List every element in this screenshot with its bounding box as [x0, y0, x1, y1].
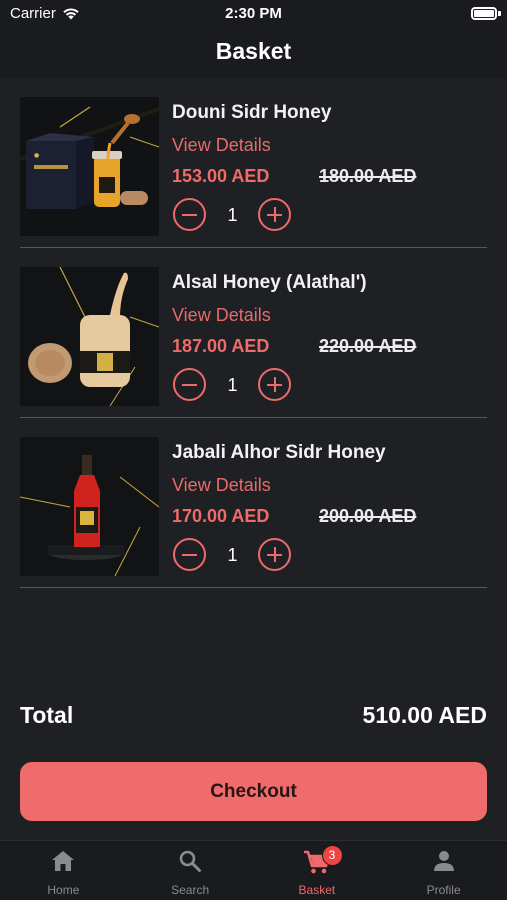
svg-text:●: ● [34, 152, 39, 159]
basket-item: Jabali Alhor Sidr Honey View Details 170… [20, 418, 487, 588]
tab-basket[interactable]: 3 Basket [254, 841, 381, 900]
product-price: 153.00 AED [172, 166, 270, 186]
minus-icon [182, 383, 197, 386]
status-bar: Carrier 2:30 PM [0, 0, 507, 28]
total-value: 510.00 AED [362, 702, 487, 728]
battery-icon [471, 7, 497, 20]
product-image[interactable] [20, 437, 159, 576]
product-image[interactable] [20, 267, 159, 406]
decrease-quantity-button[interactable] [173, 368, 206, 401]
cart-count-badge: 3 [321, 845, 343, 866]
person-icon [433, 851, 454, 871]
product-old-price: 220.00 AED [319, 336, 417, 356]
quantity-value: 1 [227, 375, 238, 395]
tab-profile[interactable]: Profile [380, 841, 507, 900]
tab-home[interactable]: Home [0, 841, 127, 900]
navigation-bar: Basket [0, 28, 507, 78]
view-details-link[interactable]: View Details [172, 475, 271, 496]
view-details-link[interactable]: View Details [172, 135, 271, 156]
quantity-value: 1 [227, 205, 238, 225]
tab-profile-label: Profile [426, 883, 461, 897]
basket-item: Alsal Honey (Alathal') View Details 187.… [20, 248, 487, 418]
decrease-quantity-button[interactable] [173, 538, 206, 571]
product-price: 187.00 AED [172, 336, 270, 356]
tab-search-label: Search [171, 883, 210, 897]
basket-list: ● Douni Sidr Honey View Details 153.00 A… [20, 78, 487, 588]
home-icon [52, 851, 75, 871]
product-name: Jabali Alhor Sidr Honey [172, 442, 386, 463]
quantity-value: 1 [227, 545, 238, 565]
search-icon [179, 850, 202, 872]
tab-basket-label: Basket [298, 883, 336, 897]
product-price: 170.00 AED [172, 506, 270, 526]
minus-icon [182, 553, 197, 556]
decrease-quantity-button[interactable] [173, 198, 206, 231]
view-details-link[interactable]: View Details [172, 305, 271, 326]
product-name: Alsal Honey (Alathal') [172, 272, 367, 293]
increase-quantity-button[interactable] [258, 368, 291, 401]
basket-item: ● Douni Sidr Honey View Details 153.00 A… [20, 78, 487, 248]
page-title: Basket [215, 38, 292, 64]
clock: 2:30 PM [225, 5, 282, 22]
product-name: Douni Sidr Honey [172, 102, 332, 123]
product-image[interactable]: ● [20, 97, 159, 236]
battery-tip [498, 11, 501, 16]
checkout-button[interactable]: Checkout [20, 762, 487, 821]
increase-quantity-button[interactable] [258, 198, 291, 231]
total-label: Total [20, 702, 74, 728]
tab-home-label: Home [47, 883, 80, 897]
minus-icon [182, 213, 197, 216]
tab-bar: Home Search 3 Basket Profile [0, 840, 507, 900]
product-old-price: 180.00 AED [319, 166, 417, 186]
product-old-price: 200.00 AED [319, 506, 417, 526]
increase-quantity-button[interactable] [258, 538, 291, 571]
tab-search[interactable]: Search [127, 841, 254, 900]
